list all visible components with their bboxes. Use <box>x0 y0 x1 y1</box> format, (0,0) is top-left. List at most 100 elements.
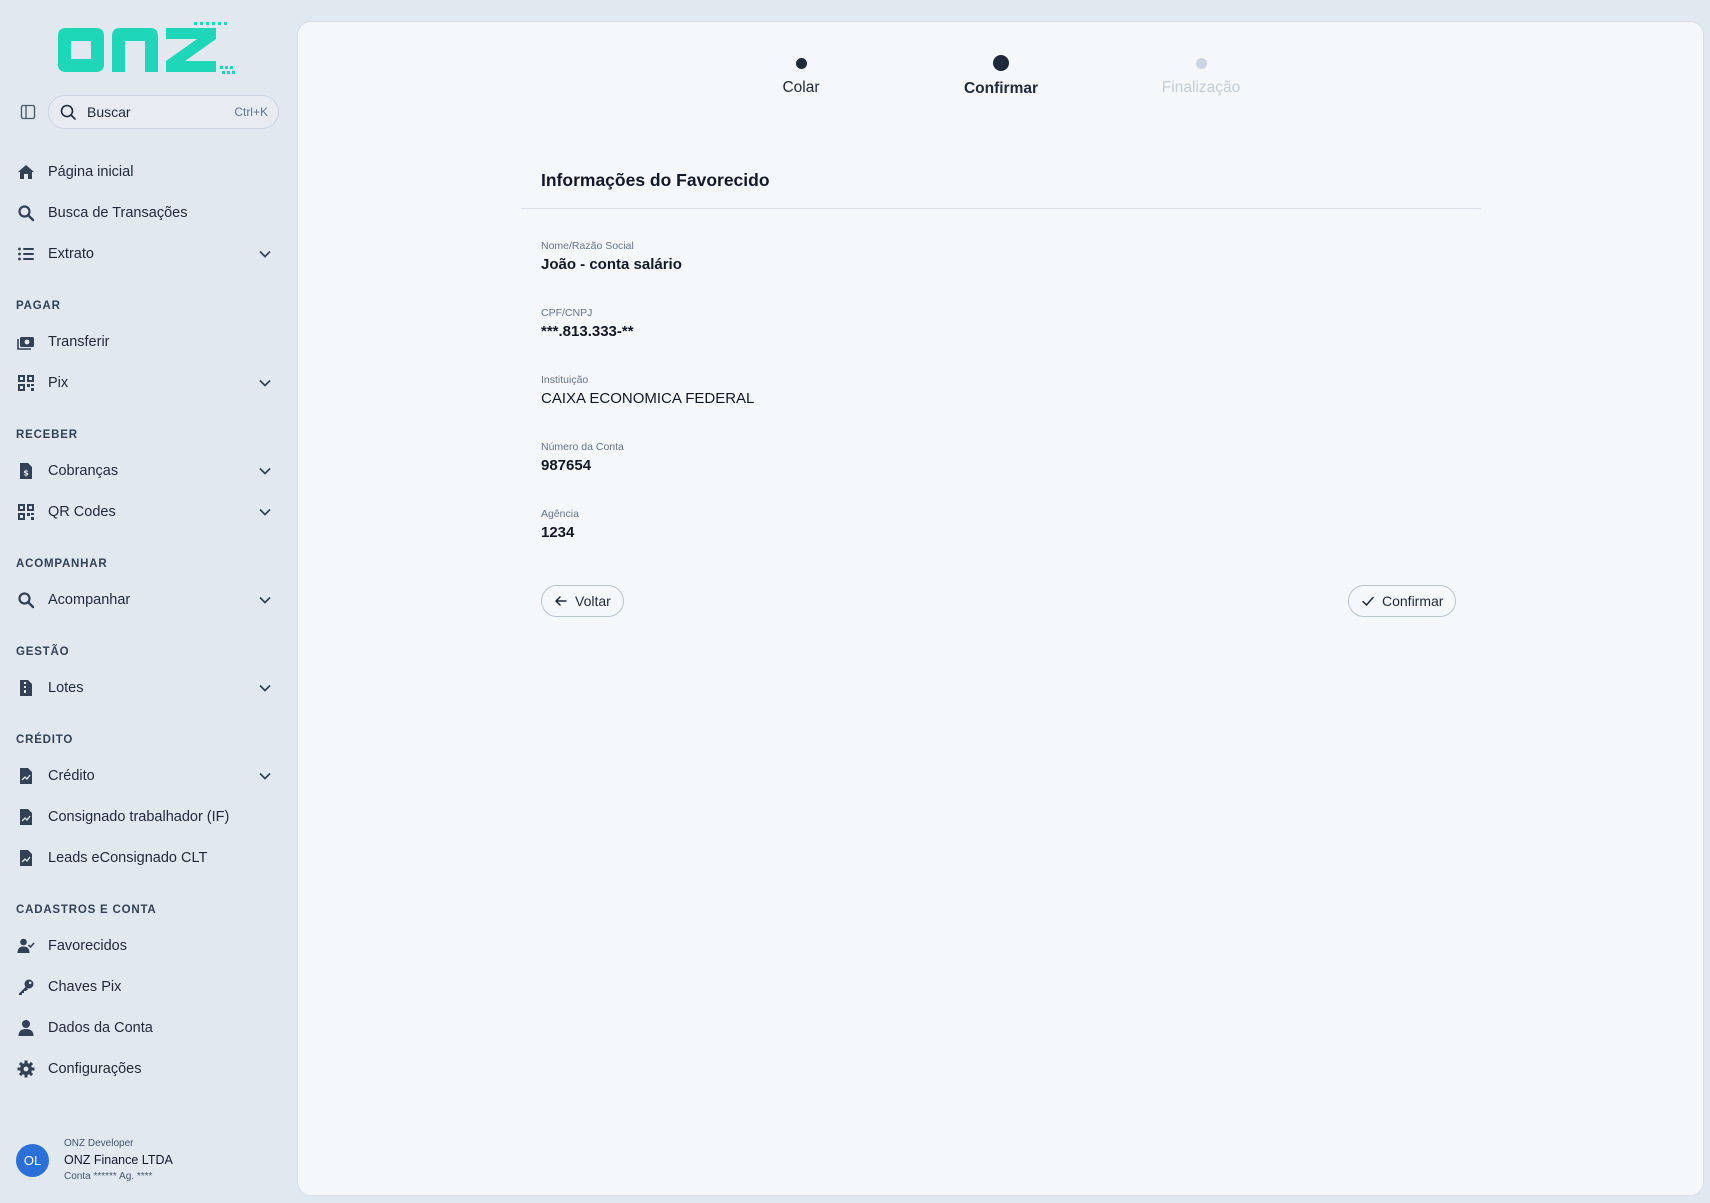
chevron-down-icon <box>258 247 272 261</box>
avatar: OL <box>16 1143 49 1177</box>
sidebar-item-label: Configurações <box>48 1061 142 1077</box>
stepper: Colar Confirmar Finalização <box>298 22 1703 132</box>
field-value: CAIXA ECONOMICA FEDERAL <box>541 390 755 407</box>
sidebar-item-label: Busca de Transações <box>48 205 188 221</box>
field-instituicao: Instituição CAIXA ECONOMICA FEDERAL <box>541 374 754 407</box>
sidebar-item-label: Lotes <box>48 680 84 696</box>
chevron-down-icon <box>258 769 272 783</box>
search-shortcut: Ctrl+K <box>234 105 268 119</box>
qr-code-icon <box>16 502 36 522</box>
sidebar-item-chaves-pix[interactable]: Chaves Pix <box>10 970 280 1004</box>
sidebar-item-label: Crédito <box>48 768 95 784</box>
document-chart-icon <box>16 848 36 868</box>
user-icon <box>16 1018 36 1038</box>
sidebar-item-label: Extrato <box>48 246 94 262</box>
field-label: Nome/Razão Social <box>541 240 634 252</box>
divider <box>521 208 1481 209</box>
main-panel: Colar Confirmar Finalização Informações … <box>297 21 1704 1196</box>
payee-section-heading: Informações do Favorecido <box>541 170 770 190</box>
search-icon <box>16 590 36 610</box>
step-dot <box>993 55 1009 71</box>
confirm-button[interactable]: Confirmar <box>1348 585 1457 617</box>
document-chart-icon <box>16 766 36 786</box>
svg-text:$: $ <box>23 469 29 478</box>
search-icon <box>16 203 36 223</box>
invoice-icon: $ <box>16 461 36 481</box>
sidebar-item-label: Favorecidos <box>48 938 127 954</box>
sidebar-item-label: Leads eConsignado CLT <box>48 850 208 866</box>
section-title-receber: RECEBER <box>16 429 78 441</box>
field-value: 987654 <box>541 457 592 474</box>
step-dot <box>1195 58 1207 69</box>
sidebar-item-transferir[interactable]: Transferir <box>10 325 280 359</box>
field-numero-conta: Número da Conta 987654 <box>541 441 624 474</box>
user-account-info: Conta ****** Ag. **** <box>64 1171 153 1182</box>
section-title-credito: CRÉDITO <box>16 734 74 746</box>
sidebar-item-label: Consignado trabalhador (IF) <box>48 809 230 825</box>
sidebar-item-leads-econsignado[interactable]: Leads eConsignado CLT <box>10 841 280 875</box>
chevron-down-icon <box>258 464 272 478</box>
home-icon <box>16 162 36 182</box>
field-nome: Nome/Razão Social João - conta salário <box>541 240 682 273</box>
section-title-cadastros: CADASTROS E CONTA <box>16 904 157 916</box>
sidebar-item-lotes[interactable]: Lotes <box>10 671 280 705</box>
section-title-gestao: GESTÃO <box>16 646 70 658</box>
sidebar-item-label: Página inicial <box>48 164 134 180</box>
field-value: 1234 <box>541 524 575 541</box>
step-label: Finalização <box>1161 79 1241 96</box>
search-input[interactable]: Buscar Ctrl+K <box>48 95 279 129</box>
sidebar-item-label: Cobranças <box>48 463 119 479</box>
sidebar-item-favorecidos[interactable]: Favorecidos <box>10 929 280 963</box>
step-finalizacao[interactable]: Finalização <box>1121 22 1281 97</box>
field-agencia: Agência 1234 <box>541 508 579 541</box>
sidebar-item-qr-codes[interactable]: QR Codes <box>10 495 280 529</box>
back-button-label: Voltar <box>575 593 611 609</box>
sidebar-item-acompanhar[interactable]: Acompanhar <box>10 583 280 617</box>
sidebar-item-dados-conta[interactable]: Dados da Conta <box>10 1011 280 1045</box>
user-role: ONZ Developer <box>64 1138 134 1149</box>
field-label: Agência <box>541 508 579 520</box>
step-colar[interactable]: Colar <box>721 22 881 97</box>
search-placeholder: Buscar <box>87 104 131 120</box>
sidebar-item-credito[interactable]: Crédito <box>10 759 280 793</box>
arrow-left-icon <box>554 594 568 608</box>
sidebar-item-cobrancas[interactable]: $ Cobranças <box>10 454 280 488</box>
chevron-down-icon <box>258 376 272 390</box>
sidebar-item-pix[interactable]: Pix <box>10 366 280 400</box>
confirm-button-label: Confirmar <box>1382 593 1444 609</box>
sidebar-item-label: Transferir <box>48 334 110 350</box>
field-cpf-cnpj: CPF/CNPJ ***.813.333-** <box>541 307 634 340</box>
sidebar-item-consignado-trabalhador[interactable]: Consignado trabalhador (IF) <box>10 800 280 834</box>
sidebar-toggle-button[interactable] <box>17 101 39 123</box>
onz-logo[interactable] <box>54 22 236 76</box>
sidebar-item-label: Acompanhar <box>48 592 131 608</box>
field-label: CPF/CNPJ <box>541 307 593 319</box>
search-icon <box>59 103 77 121</box>
check-icon <box>1361 594 1375 608</box>
user-company: ONZ Finance LTDA <box>64 1153 173 1167</box>
sidebar-item-label: Pix <box>48 375 69 391</box>
sidebar-item-busca-transacoes[interactable]: Busca de Transações <box>10 196 280 230</box>
list-icon <box>16 244 36 264</box>
section-title-acompanhar: ACOMPANHAR <box>16 558 108 570</box>
sidebar-panel-icon <box>20 104 36 120</box>
step-label: Colar <box>782 79 820 96</box>
chevron-down-icon <box>258 593 272 607</box>
back-button[interactable]: Voltar <box>541 585 624 617</box>
step-label: Confirmar <box>963 80 1039 97</box>
gear-icon <box>16 1059 36 1079</box>
file-zip-icon <box>16 678 36 698</box>
step-dot <box>795 58 807 69</box>
step-confirmar[interactable]: Confirmar <box>921 22 1081 98</box>
sidebar-item-extrato[interactable]: Extrato <box>10 237 280 271</box>
sidebar: Buscar Ctrl+K Página inicial Busca de Tr… <box>0 0 297 1203</box>
field-value: ***.813.333-** <box>541 323 634 340</box>
sidebar-item-label: Chaves Pix <box>48 979 122 995</box>
sidebar-item-pagina-inicial[interactable]: Página inicial <box>10 155 280 189</box>
field-value: João - conta salário <box>541 256 682 273</box>
section-title-pagar: PAGAR <box>16 300 61 312</box>
user-account-card[interactable]: OL ONZ Developer ONZ Finance LTDA Conta … <box>16 1134 276 1186</box>
money-transfer-icon <box>16 332 36 352</box>
sidebar-item-configuracoes[interactable]: Configurações <box>10 1052 280 1086</box>
chevron-down-icon <box>258 505 272 519</box>
